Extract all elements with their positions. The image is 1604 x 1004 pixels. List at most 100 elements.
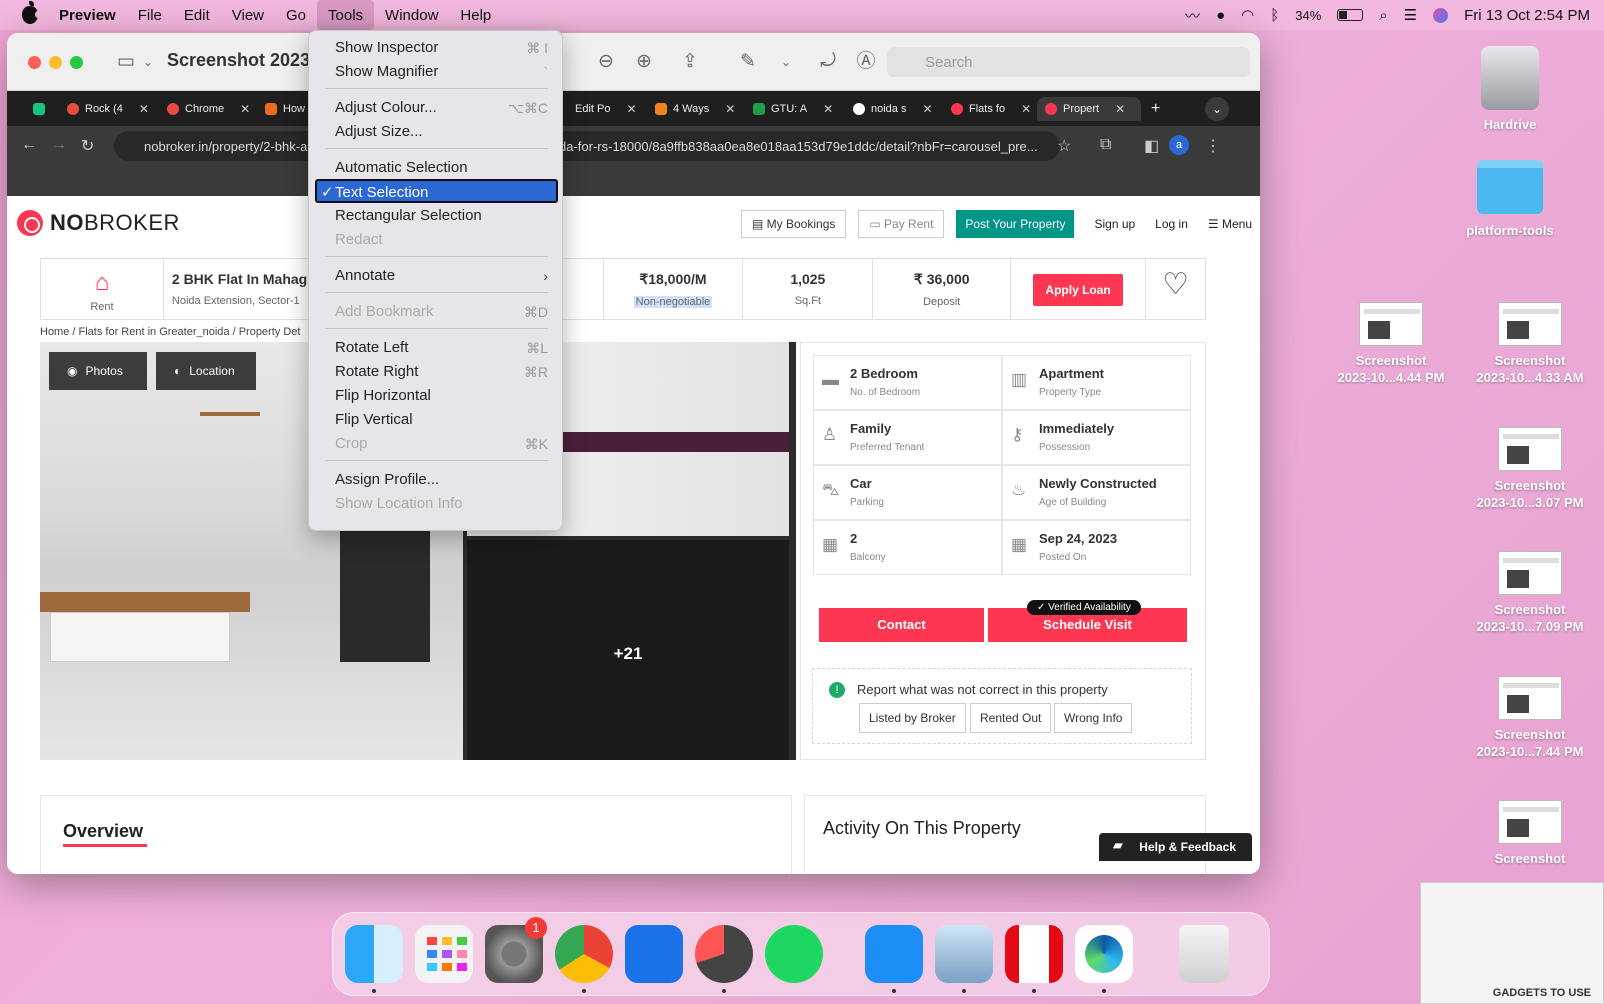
more-menu-icon[interactable]: ⋮	[1205, 136, 1221, 156]
stocks-icon[interactable]	[625, 925, 683, 983]
activity-monitor-icon[interactable]	[695, 925, 753, 983]
minimize-button[interactable]	[49, 56, 62, 69]
show-magnifier-item[interactable]: Show Magnifier `	[315, 60, 558, 84]
platform-tools-folder[interactable]: platform-tools	[1445, 160, 1575, 239]
nobroker-logo[interactable]: NO BROKER	[17, 210, 180, 236]
overview-heading[interactable]: Overview	[63, 821, 148, 847]
desktop-screenshot[interactable]: Screenshot 2023-10...7.44 PM	[1466, 676, 1594, 760]
flip-horizontal-item[interactable]: Flip Horizontal	[315, 384, 558, 408]
preview-icon[interactable]	[935, 925, 993, 983]
menu-help[interactable]: Help	[449, 0, 502, 30]
annotate-icon[interactable]: Ⓐ	[855, 51, 877, 73]
screenshot-thumbnail-preview[interactable]: GADGETS TO USE	[1420, 882, 1604, 1004]
my-bookings-button[interactable]: ▤ My Bookings	[741, 210, 847, 238]
adjust-colour-item[interactable]: Adjust Colour... ⌥⌘C	[315, 96, 558, 120]
stocks-icon[interactable]: 〰	[1185, 5, 1200, 26]
chrome-icon[interactable]	[555, 925, 613, 983]
log-in-link[interactable]: Log in	[1155, 217, 1188, 231]
desktop-screenshot[interactable]: Screenshot	[1466, 800, 1594, 867]
pay-rent-button[interactable]: ▭ Pay Rent	[858, 210, 945, 238]
menu-edit[interactable]: Edit	[173, 0, 221, 30]
search-icon[interactable]: ⌕	[1379, 7, 1387, 24]
rotate-right-item[interactable]: Rotate Right ⌘R	[315, 360, 558, 384]
markup-icon[interactable]: ✎	[737, 51, 759, 73]
spotify-icon[interactable]	[765, 925, 823, 983]
location-button[interactable]: ◐ Location	[156, 352, 256, 390]
zoom-in-icon[interactable]: ⊕	[633, 51, 655, 73]
browser-tab[interactable]: Chrome ✕	[159, 97, 250, 121]
bookmark-star-icon[interactable]: ☆	[1057, 136, 1071, 156]
close-button[interactable]	[28, 56, 41, 69]
sign-up-link[interactable]: Sign up	[1094, 217, 1135, 231]
browser-tab[interactable]: GTU: A ✕	[745, 97, 833, 121]
breadcrumb[interactable]: Home / Flats for Rent in Greater_noida /…	[40, 326, 300, 338]
side-panel-icon[interactable]: ◧	[1144, 136, 1159, 156]
browser-tab[interactable]	[25, 97, 45, 121]
listed-by-broker-button[interactable]: Listed by Broker	[859, 703, 966, 733]
battery-icon[interactable]	[1337, 9, 1364, 21]
menu-app-preview[interactable]: Preview	[48, 0, 127, 30]
assign-profile-item[interactable]: Assign Profile...	[315, 468, 558, 492]
share-icon[interactable]: ⇪	[679, 51, 701, 73]
rotate-left-item[interactable]: Rotate Left ⌘L	[315, 336, 558, 360]
text-selection-item[interactable]: ✓ Text Selection	[315, 179, 558, 203]
browser-tab-active[interactable]: Propert ✕	[1037, 97, 1141, 121]
bluetooth-icon[interactable]: ᛒ	[1270, 7, 1279, 24]
desktop-screenshot[interactable]: Screenshot 2023-10...4.44 PM	[1327, 302, 1455, 386]
desktop-screenshot[interactable]: Screenshot 2023-10...3.07 PM	[1466, 427, 1594, 511]
back-icon[interactable]: ←	[21, 136, 37, 154]
browser-tab[interactable]: Edit Po ✕	[567, 97, 637, 121]
netflix-icon[interactable]	[1005, 925, 1063, 983]
post-property-button[interactable]: Post Your Property	[956, 210, 1075, 238]
reload-icon[interactable]: ↻	[81, 136, 94, 156]
browser-tab[interactable]: 4 Ways ✕	[647, 97, 735, 121]
control-center-icon[interactable]: ☰	[1404, 6, 1417, 24]
chevron-down-icon[interactable]: ⌄	[137, 51, 159, 73]
edge-icon[interactable]	[1075, 925, 1133, 983]
clock[interactable]: Fri 13 Oct 2:54 PM	[1464, 7, 1590, 24]
hardrive-icon[interactable]: Hardrive	[1460, 46, 1560, 133]
menu-button[interactable]: ☰ Menu	[1208, 217, 1252, 231]
apple-music-icon[interactable]: ●	[1216, 7, 1225, 24]
contact-button[interactable]: Contact	[819, 608, 984, 642]
tab-search-icon[interactable]: ⌄	[1205, 97, 1229, 121]
browser-tab[interactable]: Flats fo ✕	[943, 97, 1031, 121]
zoom-out-icon[interactable]: ⊖	[595, 51, 617, 73]
menu-view[interactable]: View	[221, 0, 275, 30]
wrong-info-button[interactable]: Wrong Info	[1054, 703, 1133, 733]
menu-go[interactable]: Go	[275, 0, 317, 30]
launchpad-icon[interactable]	[415, 925, 473, 983]
siri-icon[interactable]	[1433, 7, 1449, 23]
zoom-button[interactable]	[70, 56, 83, 69]
browser-tab[interactable]: How	[257, 97, 305, 121]
browser-tab[interactable]: noida s ✕	[845, 97, 933, 121]
forward-icon[interactable]: →	[51, 136, 67, 154]
menu-window[interactable]: Window	[374, 0, 449, 30]
apple-icon[interactable]	[22, 1, 41, 24]
trash-icon[interactable]	[1179, 925, 1229, 983]
extensions-icon[interactable]: ⧉	[1100, 136, 1111, 154]
new-tab-icon[interactable]: +	[1143, 97, 1160, 121]
flip-vertical-item[interactable]: Flip Vertical	[315, 408, 558, 432]
chevron-down-icon[interactable]: ⌄	[775, 51, 797, 73]
photos-button[interactable]: ◉ Photos	[49, 352, 147, 390]
shortlist-heart-icon[interactable]: ♡	[1146, 259, 1205, 319]
help-feedback-button[interactable]: ▰ Help & Feedback	[1099, 833, 1252, 861]
rectangular-selection-item[interactable]: Rectangular Selection	[315, 204, 558, 228]
desktop-screenshot[interactable]: Screenshot 2023-10...7.09 PM	[1466, 551, 1594, 635]
more-photos-tile[interactable]: +21	[467, 540, 789, 760]
app-store-icon[interactable]	[865, 925, 923, 983]
finder-icon[interactable]	[345, 925, 403, 983]
browser-tab[interactable]: Rock (4 ✕	[59, 97, 149, 121]
menu-file[interactable]: File	[127, 0, 173, 30]
profile-avatar[interactable]: a	[1169, 135, 1189, 155]
annotate-item[interactable]: Annotate ›	[315, 264, 558, 288]
sidebar-toggle-icon[interactable]: ▭	[115, 51, 137, 73]
desktop-screenshot[interactable]: Screenshot 2023-10...4.33 AM	[1466, 302, 1594, 386]
adjust-size-item[interactable]: Adjust Size...	[315, 120, 558, 144]
wifi-icon[interactable]: ◠	[1241, 6, 1254, 24]
search-field[interactable]: Search	[887, 47, 1250, 77]
url-field[interactable]: nobroker.in/property/2-bhk-a da-for-rs-1…	[114, 131, 1060, 161]
rented-out-button[interactable]: Rented Out	[970, 703, 1052, 733]
show-inspector-item[interactable]: Show Inspector ⌘ I	[315, 36, 558, 60]
